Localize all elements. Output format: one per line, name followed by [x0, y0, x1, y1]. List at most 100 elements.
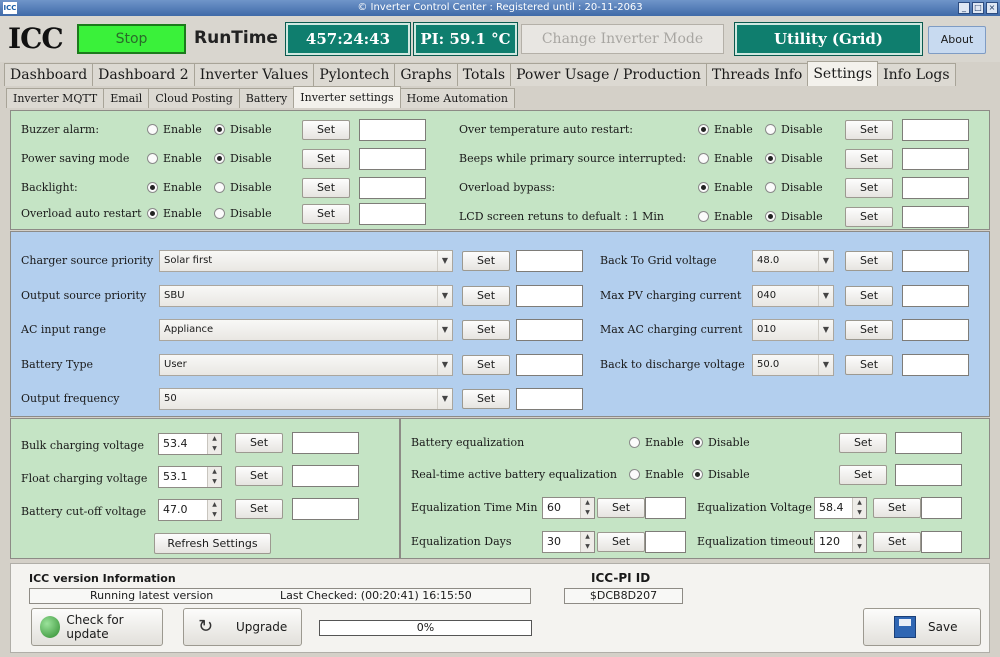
- bulk-charging-voltage-set-button[interactable]: Set: [235, 433, 283, 453]
- chevron-down-icon[interactable]: ▼: [818, 354, 833, 375]
- backlight-result[interactable]: [359, 177, 426, 199]
- over-temperature-auto-restart-result[interactable]: [902, 119, 969, 141]
- stop-button[interactable]: Stop: [77, 24, 186, 54]
- buzzer-alarm-set-button[interactable]: Set: [302, 120, 350, 140]
- overload-auto-restart-result[interactable]: [359, 203, 426, 225]
- beeps-while-primary-source-interrupted-disable-radio[interactable]: Disable: [765, 152, 823, 165]
- chevron-down-icon[interactable]: ▼: [818, 285, 833, 306]
- chevron-down-icon[interactable]: ▼: [437, 251, 452, 271]
- buzzer-alarm-disable-radio[interactable]: Disable: [214, 123, 272, 136]
- output-frequency-result[interactable]: [516, 388, 583, 410]
- ac-input-range-result[interactable]: [516, 319, 583, 341]
- max-ac-charging-current-dropdown[interactable]: 010 ▼: [752, 319, 834, 341]
- tab-pylontech[interactable]: Pylontech: [313, 63, 396, 86]
- maximize-icon[interactable]: □: [972, 2, 984, 14]
- subtab-inverter-mqtt[interactable]: Inverter MQTT: [6, 88, 105, 108]
- equalization-voltage-result[interactable]: [921, 497, 962, 519]
- max-pv-charging-current-set-button[interactable]: Set: [845, 285, 893, 306]
- max-pv-charging-current-result[interactable]: [902, 284, 969, 307]
- ac-input-range-set-button[interactable]: Set: [462, 320, 510, 340]
- lcd-screen-retuns-to-defualt-1-min-disable-radio[interactable]: Disable: [765, 210, 823, 223]
- overload-bypass-result[interactable]: [902, 177, 969, 199]
- tab-power-usage[interactable]: Power Usage / Production: [510, 63, 707, 86]
- overload-bypass-disable-radio[interactable]: Disable: [765, 181, 823, 194]
- battery-type-result[interactable]: [516, 353, 583, 376]
- subtab-battery[interactable]: Battery: [238, 88, 295, 108]
- subtab-email[interactable]: Email: [103, 88, 150, 108]
- realtime-equalization-result[interactable]: [895, 464, 962, 486]
- output-source-priority-result[interactable]: [516, 284, 583, 307]
- spin-arrows-icon[interactable]: ▲ ▼: [207, 467, 221, 487]
- power-saving-mode-disable-radio[interactable]: Disable: [214, 152, 272, 165]
- battery-equalization-enable-radio[interactable]: Enable: [629, 436, 684, 449]
- beeps-while-primary-source-interrupted-set-button[interactable]: Set: [845, 149, 893, 169]
- power-saving-mode-enable-radio[interactable]: Enable: [147, 152, 202, 165]
- back-to-discharge-voltage-dropdown[interactable]: 50.0 ▼: [752, 353, 834, 376]
- lcd-screen-retuns-to-defualt-1-min-result[interactable]: [902, 206, 969, 228]
- tab-graphs[interactable]: Graphs: [394, 63, 458, 86]
- output-source-priority-dropdown[interactable]: SBU ▼: [159, 284, 453, 307]
- equalization-time-set-button[interactable]: Set: [597, 498, 645, 518]
- chevron-down-icon[interactable]: ▼: [437, 389, 452, 409]
- realtime-equalization-set-button[interactable]: Set: [839, 465, 887, 485]
- back-to-discharge-voltage-set-button[interactable]: Set: [845, 354, 893, 375]
- chevron-down-icon[interactable]: ▼: [437, 354, 452, 375]
- minimize-icon[interactable]: _: [958, 2, 970, 14]
- subtab-cloud-posting[interactable]: Cloud Posting: [148, 88, 240, 108]
- float-charging-voltage-spinbox[interactable]: 53.1 ▲ ▼: [158, 466, 222, 488]
- overload-bypass-set-button[interactable]: Set: [845, 178, 893, 198]
- overload-auto-restart-enable-radio[interactable]: Enable: [147, 207, 202, 220]
- power-saving-mode-result[interactable]: [359, 148, 426, 170]
- equalization-time-result[interactable]: [645, 497, 686, 519]
- subtab-inverter-settings[interactable]: Inverter settings: [293, 86, 401, 108]
- realtime-equalization-disable-radio[interactable]: Disable: [692, 468, 750, 481]
- buzzer-alarm-result[interactable]: [359, 119, 426, 141]
- battery-cut-off-voltage-result[interactable]: [292, 498, 359, 520]
- equalization-timeout-set-button[interactable]: Set: [873, 532, 921, 552]
- back-to-grid-voltage-result[interactable]: [902, 250, 969, 272]
- backlight-set-button[interactable]: Set: [302, 178, 350, 198]
- upgrade-button[interactable]: ↻ Upgrade: [183, 608, 302, 646]
- chevron-down-icon[interactable]: ▼: [818, 320, 833, 340]
- over-temperature-auto-restart-set-button[interactable]: Set: [845, 120, 893, 140]
- spin-arrows-icon[interactable]: ▲ ▼: [580, 532, 594, 552]
- battery-equalization-result[interactable]: [895, 432, 962, 454]
- chevron-down-icon[interactable]: ▼: [818, 251, 833, 271]
- spin-arrows-icon[interactable]: ▲ ▼: [207, 434, 221, 454]
- equalization-voltage-spinbox[interactable]: 58.4 ▲ ▼: [814, 497, 867, 519]
- charger-source-priority-set-button[interactable]: Set: [462, 251, 510, 271]
- lcd-screen-retuns-to-defualt-1-min-set-button[interactable]: Set: [845, 207, 893, 227]
- equalization-timeout-result[interactable]: [921, 531, 962, 553]
- output-frequency-set-button[interactable]: Set: [462, 389, 510, 409]
- max-ac-charging-current-set-button[interactable]: Set: [845, 320, 893, 340]
- lcd-screen-retuns-to-defualt-1-min-enable-radio[interactable]: Enable: [698, 210, 753, 223]
- output-frequency-dropdown[interactable]: 50 ▼: [159, 388, 453, 410]
- subtab-home-automation[interactable]: Home Automation: [399, 88, 516, 108]
- buzzer-alarm-enable-radio[interactable]: Enable: [147, 123, 202, 136]
- overload-auto-restart-disable-radio[interactable]: Disable: [214, 207, 272, 220]
- refresh-settings-button[interactable]: Refresh Settings: [154, 533, 271, 554]
- float-charging-voltage-set-button[interactable]: Set: [235, 466, 283, 486]
- tab-dashboard-2[interactable]: Dashboard 2: [92, 63, 195, 86]
- float-charging-voltage-result[interactable]: [292, 465, 359, 487]
- spin-arrows-icon[interactable]: ▲ ▼: [207, 500, 221, 520]
- back-to-grid-voltage-dropdown[interactable]: 48.0 ▼: [752, 250, 834, 272]
- spin-arrows-icon[interactable]: ▲ ▼: [852, 532, 866, 552]
- battery-cut-off-voltage-spinbox[interactable]: 47.0 ▲ ▼: [158, 499, 222, 521]
- spin-arrows-icon[interactable]: ▲ ▼: [852, 498, 866, 518]
- close-icon[interactable]: ×: [986, 2, 998, 14]
- change-inverter-mode-button[interactable]: Change Inverter Mode: [521, 24, 724, 54]
- overload-bypass-enable-radio[interactable]: Enable: [698, 181, 753, 194]
- bulk-charging-voltage-spinbox[interactable]: 53.4 ▲ ▼: [158, 433, 222, 455]
- battery-equalization-disable-radio[interactable]: Disable: [692, 436, 750, 449]
- power-saving-mode-set-button[interactable]: Set: [302, 149, 350, 169]
- tab-inverter-values[interactable]: Inverter Values: [193, 63, 315, 86]
- bulk-charging-voltage-result[interactable]: [292, 432, 359, 454]
- equalization-days-spinbox[interactable]: 30 ▲ ▼: [542, 531, 595, 553]
- max-ac-charging-current-result[interactable]: [902, 319, 969, 341]
- tab-totals[interactable]: Totals: [456, 63, 512, 86]
- tab-settings[interactable]: Settings: [807, 61, 879, 86]
- save-button[interactable]: Save: [863, 608, 981, 646]
- charger-source-priority-result[interactable]: [516, 250, 583, 272]
- equalization-voltage-set-button[interactable]: Set: [873, 498, 921, 518]
